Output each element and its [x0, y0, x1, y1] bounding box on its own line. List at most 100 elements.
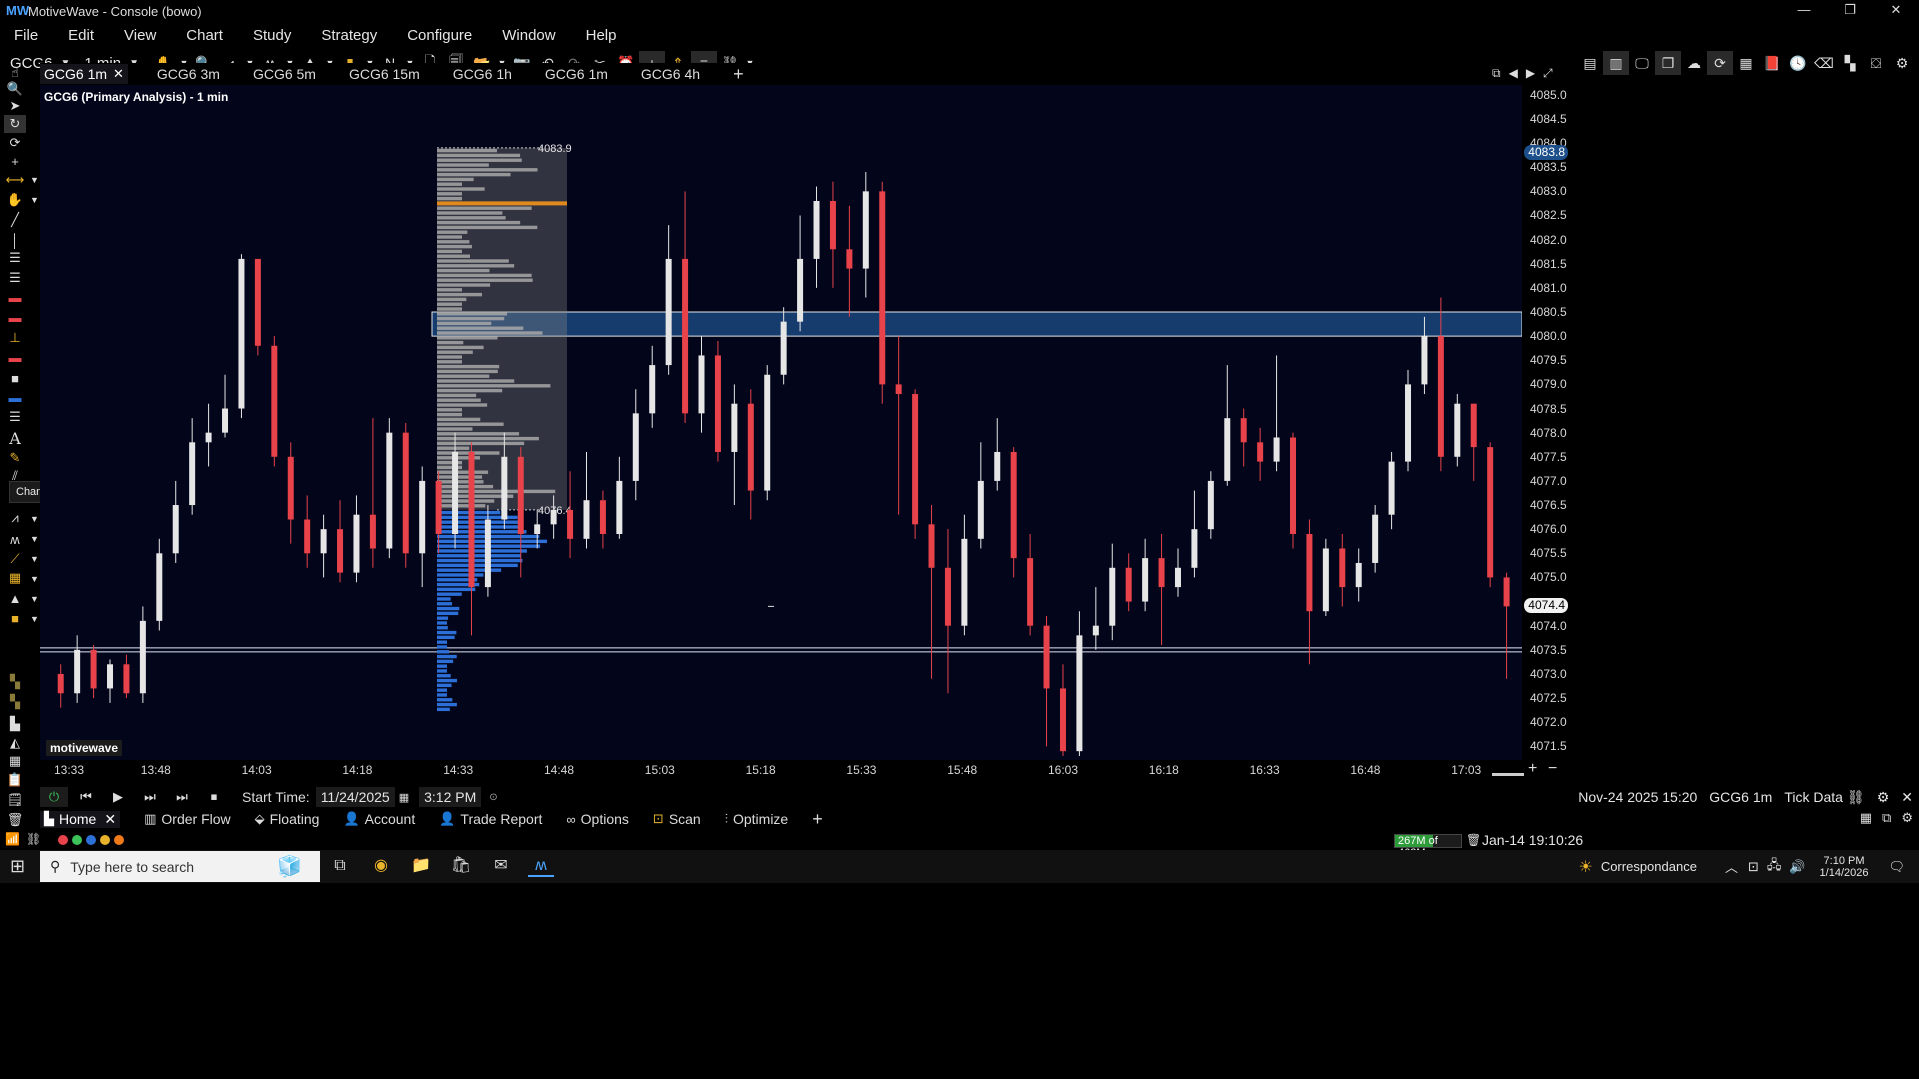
windows-start-icon[interactable]: ⊞	[10, 856, 25, 877]
minimize-button[interactable]: —	[1781, 0, 1827, 22]
tray-clock[interactable]: 7:10 PM 1/14/2026	[1820, 855, 1869, 879]
close-icon[interactable]: ✕	[104, 811, 116, 828]
price-axis[interactable]: 4085.0 4084.5 4084.0 4083.5 4083.0 4082.5 4082…	[1522, 85, 1919, 760]
notes-icon[interactable]: 🗒	[4, 791, 26, 809]
tab-gcg6-3m[interactable]: GCG6 3m	[153, 64, 224, 84]
start-time-field[interactable]: 3:12 PM	[419, 787, 482, 807]
zoom-in-icon[interactable]: +	[1528, 760, 1537, 778]
gear-icon[interactable]: ⚙	[1877, 789, 1890, 806]
hand-icon[interactable]: ✋	[4, 191, 26, 209]
start-date-field[interactable]: 11/24/2025	[315, 787, 395, 807]
red-zone-icon[interactable]: ▬	[4, 308, 26, 326]
zoom-out-icon[interactable]: −	[1548, 760, 1557, 778]
chevron-down-icon[interactable]: ▼	[30, 514, 39, 524]
menu-help[interactable]: Help	[586, 27, 617, 44]
tab-gcg6-5m[interactable]: GCG6 5m	[249, 64, 320, 84]
menu-view[interactable]: View	[124, 27, 156, 44]
arrow-icon[interactable]: ➤	[4, 97, 26, 115]
layers-2-icon[interactable]: ▚	[4, 693, 26, 711]
zoom-icon[interactable]: 🔍	[4, 80, 26, 98]
clock-icon[interactable]: 🕓	[1785, 51, 1811, 75]
rewind-icon[interactable]: ⏮	[72, 787, 100, 807]
weather-text[interactable]: Correspondance	[1601, 859, 1697, 874]
chrome-icon[interactable]: ◉	[368, 855, 394, 877]
arrow-left-icon[interactable]: ◀	[1509, 66, 1518, 81]
histogram-icon[interactable]: ▙	[4, 715, 26, 733]
notification-icon[interactable]: 🗨	[1888, 859, 1905, 875]
measure-icon[interactable]: ⟷	[4, 171, 26, 189]
menu-file[interactable]: File	[14, 27, 38, 44]
layers-icon[interactable]: ▚	[4, 673, 26, 691]
refresh-icon[interactable]: ⟳	[4, 134, 26, 152]
clipboard-icon[interactable]: 📋	[4, 771, 26, 789]
gear-icon[interactable]: ⚙	[1889, 51, 1915, 75]
tab-gcg6-1h[interactable]: GCG6 1h	[449, 64, 516, 84]
taskbar-search[interactable]: ⚲ Type here to search 🧊	[40, 851, 320, 882]
menu-window[interactable]: Window	[502, 27, 555, 44]
link-icon[interactable]: ⛓	[1847, 789, 1865, 806]
eraser-icon[interactable]: ⌫	[1811, 51, 1837, 75]
chevron-up-icon[interactable]: ︿	[1725, 857, 1738, 876]
copy-icon[interactable]: ⧉	[1882, 810, 1891, 826]
chevron-down-icon[interactable]: ▼	[30, 554, 39, 564]
tab-gcg6-15m[interactable]: GCG6 15m	[345, 64, 424, 84]
calendar-icon[interactable]: ▦	[399, 791, 409, 804]
windows-icon[interactable]: ❐	[1655, 51, 1681, 75]
stop-icon[interactable]: ⏹	[200, 787, 228, 807]
vertical-line-icon[interactable]: │	[4, 231, 26, 249]
bar-chart-icon[interactable]: ▥	[1603, 51, 1629, 75]
trash-icon[interactable]: 🗑	[1466, 833, 1481, 847]
gann-icon[interactable]: ⟋	[4, 550, 26, 568]
crosshair-icon[interactable]: +	[4, 152, 26, 170]
tab-account[interactable]: 👤 Account	[343, 811, 415, 827]
level-icon[interactable]: ⊥	[4, 329, 26, 347]
file-explorer-icon[interactable]: 📁	[408, 855, 434, 877]
tab-scan[interactable]: ⊡ Scan	[653, 811, 701, 827]
tab-trade-report[interactable]: 👤 Trade Report	[439, 811, 542, 827]
tab-gcg6-1m-2[interactable]: GCG6 1m	[541, 64, 612, 84]
add-tab-button[interactable]: +	[729, 64, 748, 84]
tab-options[interactable]: ∞ Options	[566, 811, 629, 827]
expand-icon[interactable]: ⤢	[1543, 66, 1553, 81]
sync-icon[interactable]: ⟳	[1707, 51, 1733, 75]
book-icon[interactable]: 📕	[1759, 51, 1785, 75]
red-rect-icon[interactable]: ▬	[4, 348, 26, 366]
layout-icon[interactable]: ▚	[1837, 51, 1863, 75]
fast-forward-icon[interactable]: ⏭	[168, 787, 196, 807]
close-icon[interactable]: ✕	[113, 66, 124, 82]
menu-edit[interactable]: Edit	[68, 27, 94, 44]
pencil-icon[interactable]: ✎	[4, 449, 26, 467]
rotate-icon[interactable]: ↻	[4, 115, 26, 133]
scroll-handle[interactable]	[1492, 773, 1524, 776]
area-icon[interactable]: ◭	[4, 734, 26, 752]
arrow-right-icon[interactable]: ▶	[1526, 66, 1535, 81]
tab-floating[interactable]: ⬙ Floating	[255, 811, 320, 827]
play-icon[interactable]: ▶	[104, 787, 132, 807]
chart-canvas[interactable]: 4083.94076.4	[40, 85, 1522, 760]
chevron-down-icon[interactable]: ▼	[30, 594, 39, 604]
chevron-down-icon[interactable]: ▼	[30, 574, 39, 584]
memory-meter[interactable]: 267M of 462M	[1394, 834, 1462, 859]
price-chart[interactable]: 4083.94076.4	[40, 85, 1522, 760]
tab-gcg6-4h[interactable]: GCG6 4h	[637, 64, 704, 84]
grid-draw-icon[interactable]: ▦	[4, 569, 26, 587]
motivewave-taskbar-icon[interactable]: ʍ	[528, 855, 554, 877]
menu-study[interactable]: Study	[253, 27, 291, 44]
chevron-down-icon[interactable]: ▼	[30, 534, 39, 544]
tab-optimize[interactable]: ⫶ Optimize	[725, 811, 788, 827]
close-button[interactable]: ✕	[1873, 0, 1919, 22]
store-icon[interactable]: 🛍	[448, 855, 474, 877]
trend-line-icon[interactable]: ╱	[4, 211, 26, 229]
mail-icon[interactable]: ✉	[488, 855, 514, 877]
tab-home[interactable]: ▙ Home ✕	[40, 810, 121, 828]
chevron-down-icon[interactable]: ▼	[30, 175, 39, 185]
fib-extension-icon[interactable]: ☰	[4, 269, 26, 287]
chevron-down-icon[interactable]: ▼	[30, 614, 39, 624]
shape-icon[interactable]: ■	[4, 609, 26, 627]
popout-icon[interactable]: ⧉	[1492, 66, 1501, 81]
polyline-icon[interactable]: ⩘	[4, 509, 26, 527]
rectangle-icon[interactable]: ■	[4, 369, 26, 387]
text-icon[interactable]: A	[4, 429, 26, 448]
menu-chart[interactable]: Chart	[186, 27, 223, 44]
table-icon[interactable]: ▦	[1860, 810, 1872, 826]
